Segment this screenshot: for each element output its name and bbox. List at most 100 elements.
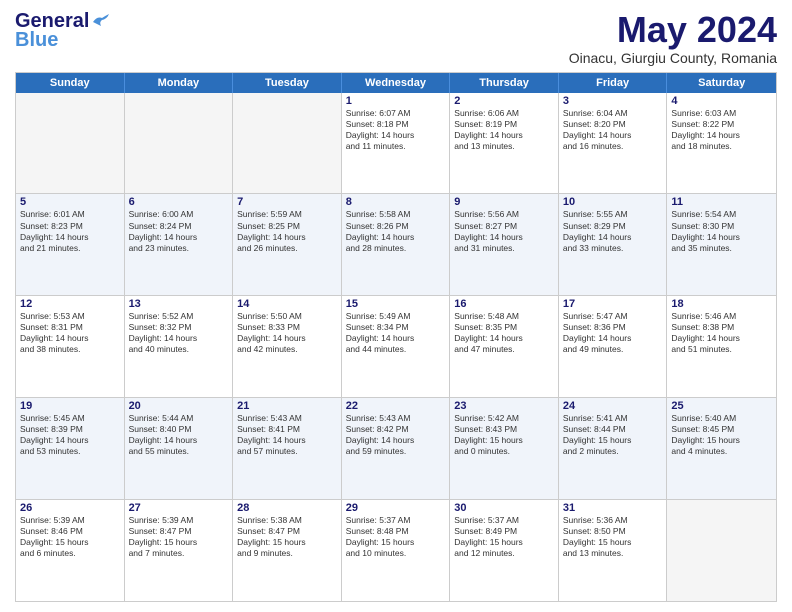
day-info: Sunrise: 6:00 AM Sunset: 8:24 PM Dayligh…	[129, 209, 229, 253]
calendar-day-3: 3Sunrise: 6:04 AM Sunset: 8:20 PM Daylig…	[559, 93, 668, 194]
calendar-header-wednesday: Wednesday	[342, 73, 451, 93]
calendar-day-5: 5Sunrise: 6:01 AM Sunset: 8:23 PM Daylig…	[16, 194, 125, 295]
day-info: Sunrise: 5:46 AM Sunset: 8:38 PM Dayligh…	[671, 311, 772, 355]
calendar-empty-cell	[233, 93, 342, 194]
day-number: 11	[671, 196, 772, 208]
calendar-day-12: 12Sunrise: 5:53 AM Sunset: 8:31 PM Dayli…	[16, 296, 125, 397]
title-block: May 2024 Oinacu, Giurgiu County, Romania	[569, 10, 777, 66]
day-info: Sunrise: 5:50 AM Sunset: 8:33 PM Dayligh…	[237, 311, 337, 355]
calendar-day-22: 22Sunrise: 5:43 AM Sunset: 8:42 PM Dayli…	[342, 398, 451, 499]
day-number: 21	[237, 400, 337, 412]
calendar-day-19: 19Sunrise: 5:45 AM Sunset: 8:39 PM Dayli…	[16, 398, 125, 499]
calendar-day-29: 29Sunrise: 5:37 AM Sunset: 8:48 PM Dayli…	[342, 500, 451, 601]
day-info: Sunrise: 5:47 AM Sunset: 8:36 PM Dayligh…	[563, 311, 663, 355]
day-info: Sunrise: 5:43 AM Sunset: 8:42 PM Dayligh…	[346, 413, 446, 457]
calendar-day-28: 28Sunrise: 5:38 AM Sunset: 8:47 PM Dayli…	[233, 500, 342, 601]
day-number: 16	[454, 298, 554, 310]
calendar-header-thursday: Thursday	[450, 73, 559, 93]
logo-blue: Blue	[15, 29, 58, 52]
day-info: Sunrise: 5:37 AM Sunset: 8:49 PM Dayligh…	[454, 515, 554, 559]
calendar-day-4: 4Sunrise: 6:03 AM Sunset: 8:22 PM Daylig…	[667, 93, 776, 194]
calendar-day-21: 21Sunrise: 5:43 AM Sunset: 8:41 PM Dayli…	[233, 398, 342, 499]
day-info: Sunrise: 5:49 AM Sunset: 8:34 PM Dayligh…	[346, 311, 446, 355]
calendar-day-8: 8Sunrise: 5:58 AM Sunset: 8:26 PM Daylig…	[342, 194, 451, 295]
calendar-day-23: 23Sunrise: 5:42 AM Sunset: 8:43 PM Dayli…	[450, 398, 559, 499]
calendar-day-27: 27Sunrise: 5:39 AM Sunset: 8:47 PM Dayli…	[125, 500, 234, 601]
calendar-week-4: 19Sunrise: 5:45 AM Sunset: 8:39 PM Dayli…	[16, 398, 776, 500]
day-info: Sunrise: 5:55 AM Sunset: 8:29 PM Dayligh…	[563, 209, 663, 253]
day-info: Sunrise: 6:01 AM Sunset: 8:23 PM Dayligh…	[20, 209, 120, 253]
calendar-day-7: 7Sunrise: 5:59 AM Sunset: 8:25 PM Daylig…	[233, 194, 342, 295]
day-number: 8	[346, 196, 446, 208]
calendar-header-tuesday: Tuesday	[233, 73, 342, 93]
calendar-day-16: 16Sunrise: 5:48 AM Sunset: 8:35 PM Dayli…	[450, 296, 559, 397]
logo-bird-icon	[91, 14, 113, 30]
day-number: 22	[346, 400, 446, 412]
calendar-day-31: 31Sunrise: 5:36 AM Sunset: 8:50 PM Dayli…	[559, 500, 668, 601]
day-info: Sunrise: 5:48 AM Sunset: 8:35 PM Dayligh…	[454, 311, 554, 355]
day-number: 12	[20, 298, 120, 310]
day-number: 30	[454, 502, 554, 514]
day-number: 25	[671, 400, 772, 412]
day-info: Sunrise: 5:59 AM Sunset: 8:25 PM Dayligh…	[237, 209, 337, 253]
calendar: SundayMondayTuesdayWednesdayThursdayFrid…	[15, 72, 777, 602]
day-number: 26	[20, 502, 120, 514]
day-info: Sunrise: 6:06 AM Sunset: 8:19 PM Dayligh…	[454, 108, 554, 152]
main-title: May 2024	[569, 10, 777, 50]
day-info: Sunrise: 5:37 AM Sunset: 8:48 PM Dayligh…	[346, 515, 446, 559]
calendar-header-sunday: Sunday	[16, 73, 125, 93]
calendar-header: SundayMondayTuesdayWednesdayThursdayFrid…	[16, 73, 776, 93]
day-number: 14	[237, 298, 337, 310]
calendar-week-1: 1Sunrise: 6:07 AM Sunset: 8:18 PM Daylig…	[16, 93, 776, 195]
day-number: 10	[563, 196, 663, 208]
day-number: 6	[129, 196, 229, 208]
day-info: Sunrise: 6:07 AM Sunset: 8:18 PM Dayligh…	[346, 108, 446, 152]
calendar-day-11: 11Sunrise: 5:54 AM Sunset: 8:30 PM Dayli…	[667, 194, 776, 295]
calendar-day-2: 2Sunrise: 6:06 AM Sunset: 8:19 PM Daylig…	[450, 93, 559, 194]
calendar-header-monday: Monday	[125, 73, 234, 93]
day-number: 20	[129, 400, 229, 412]
day-info: Sunrise: 5:58 AM Sunset: 8:26 PM Dayligh…	[346, 209, 446, 253]
calendar-day-9: 9Sunrise: 5:56 AM Sunset: 8:27 PM Daylig…	[450, 194, 559, 295]
day-info: Sunrise: 5:43 AM Sunset: 8:41 PM Dayligh…	[237, 413, 337, 457]
day-number: 9	[454, 196, 554, 208]
day-number: 5	[20, 196, 120, 208]
calendar-week-2: 5Sunrise: 6:01 AM Sunset: 8:23 PM Daylig…	[16, 194, 776, 296]
day-info: Sunrise: 5:36 AM Sunset: 8:50 PM Dayligh…	[563, 515, 663, 559]
day-info: Sunrise: 5:54 AM Sunset: 8:30 PM Dayligh…	[671, 209, 772, 253]
calendar-day-13: 13Sunrise: 5:52 AM Sunset: 8:32 PM Dayli…	[125, 296, 234, 397]
day-number: 31	[563, 502, 663, 514]
day-number: 2	[454, 95, 554, 107]
calendar-empty-cell	[667, 500, 776, 601]
day-number: 1	[346, 95, 446, 107]
day-number: 3	[563, 95, 663, 107]
calendar-day-15: 15Sunrise: 5:49 AM Sunset: 8:34 PM Dayli…	[342, 296, 451, 397]
day-info: Sunrise: 5:39 AM Sunset: 8:47 PM Dayligh…	[129, 515, 229, 559]
logo: General Blue	[15, 10, 113, 52]
calendar-empty-cell	[125, 93, 234, 194]
day-info: Sunrise: 5:44 AM Sunset: 8:40 PM Dayligh…	[129, 413, 229, 457]
day-number: 27	[129, 502, 229, 514]
calendar-empty-cell	[16, 93, 125, 194]
calendar-day-26: 26Sunrise: 5:39 AM Sunset: 8:46 PM Dayli…	[16, 500, 125, 601]
day-number: 18	[671, 298, 772, 310]
calendar-day-24: 24Sunrise: 5:41 AM Sunset: 8:44 PM Dayli…	[559, 398, 668, 499]
day-info: Sunrise: 5:38 AM Sunset: 8:47 PM Dayligh…	[237, 515, 337, 559]
calendar-day-30: 30Sunrise: 5:37 AM Sunset: 8:49 PM Dayli…	[450, 500, 559, 601]
calendar-day-1: 1Sunrise: 6:07 AM Sunset: 8:18 PM Daylig…	[342, 93, 451, 194]
day-info: Sunrise: 5:40 AM Sunset: 8:45 PM Dayligh…	[671, 413, 772, 457]
calendar-day-17: 17Sunrise: 5:47 AM Sunset: 8:36 PM Dayli…	[559, 296, 668, 397]
calendar-body: 1Sunrise: 6:07 AM Sunset: 8:18 PM Daylig…	[16, 93, 776, 601]
calendar-day-6: 6Sunrise: 6:00 AM Sunset: 8:24 PM Daylig…	[125, 194, 234, 295]
day-info: Sunrise: 5:56 AM Sunset: 8:27 PM Dayligh…	[454, 209, 554, 253]
day-number: 17	[563, 298, 663, 310]
calendar-week-5: 26Sunrise: 5:39 AM Sunset: 8:46 PM Dayli…	[16, 500, 776, 601]
day-info: Sunrise: 6:03 AM Sunset: 8:22 PM Dayligh…	[671, 108, 772, 152]
day-number: 4	[671, 95, 772, 107]
day-number: 15	[346, 298, 446, 310]
calendar-week-3: 12Sunrise: 5:53 AM Sunset: 8:31 PM Dayli…	[16, 296, 776, 398]
day-number: 23	[454, 400, 554, 412]
day-number: 24	[563, 400, 663, 412]
header: General Blue May 2024 Oinacu, Giurgiu Co…	[15, 10, 777, 66]
day-number: 13	[129, 298, 229, 310]
